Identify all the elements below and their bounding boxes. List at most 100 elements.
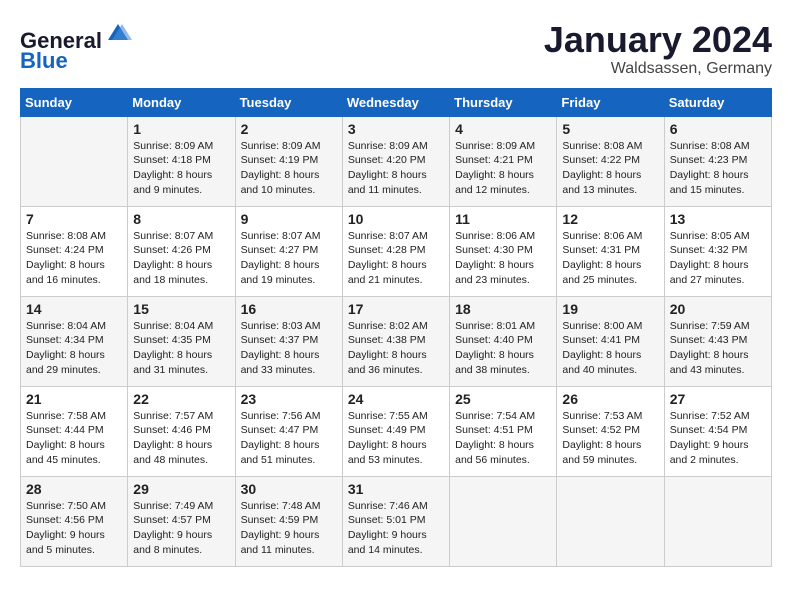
calendar-cell: 8Sunrise: 8:07 AM Sunset: 4:26 PM Daylig… [128, 206, 235, 296]
calendar-cell: 20 Sunrise: 7:59 AM Sunset: 4:43 PM Dayli… [664, 296, 771, 386]
week-row-5: 28Sunrise: 7:50 AM Sunset: 4:56 PM Dayli… [21, 476, 772, 566]
day-number: 17 [348, 301, 444, 317]
calendar-cell: 11 Sunrise: 8:06 AM Sunset: 4:30 PM Dayli… [450, 206, 557, 296]
day-number: 3 [348, 121, 444, 137]
calendar-cell: 22 Sunrise: 7:57 AM Sunset: 4:46 PM Dayli… [128, 386, 235, 476]
logo-blue-text: Blue [20, 48, 68, 73]
day-number: 11 [455, 211, 551, 227]
day-number: 14 [26, 301, 122, 317]
day-number: 7 [26, 211, 122, 227]
calendar-cell: 3 Sunrise: 8:09 AM Sunset: 4:20 PM Daylig… [342, 116, 449, 206]
calendar-cell: 25 Sunrise: 7:54 AM Sunset: 4:51 PM Dayli… [450, 386, 557, 476]
calendar-cell: 27Sunrise: 7:52 AM Sunset: 4:54 PM Dayli… [664, 386, 771, 476]
day-number: 26 [562, 391, 658, 407]
cell-info: Sunrise: 8:03 AM Sunset: 4:37 PM Dayligh… [241, 319, 337, 378]
cell-info: Sunrise: 8:08 AM Sunset: 4:23 PM Dayligh… [670, 139, 766, 198]
day-number: 29 [133, 481, 229, 497]
day-number: 4 [455, 121, 551, 137]
header-row: SundayMondayTuesdayWednesdayThursdayFrid… [21, 88, 772, 116]
day-number: 18 [455, 301, 551, 317]
cell-info: Sunrise: 8:07 AM Sunset: 4:28 PM Dayligh… [348, 229, 444, 288]
calendar-cell [557, 476, 664, 566]
cell-info: Sunrise: 7:55 AM Sunset: 4:49 PM Dayligh… [348, 409, 444, 468]
calendar-cell: 14 Sunrise: 8:04 AM Sunset: 4:34 PM Dayli… [21, 296, 128, 386]
header-day-wednesday: Wednesday [342, 88, 449, 116]
cell-info: Sunrise: 7:59 AM Sunset: 4:43 PM Dayligh… [670, 319, 766, 378]
cell-info: Sunrise: 7:46 AM Sunset: 5:01 PM Dayligh… [348, 499, 444, 558]
page-header: General Blue January 2024 Waldsassen, Ge… [20, 20, 772, 78]
day-number: 12 [562, 211, 658, 227]
cell-info: Sunrise: 8:01 AM Sunset: 4:40 PM Dayligh… [455, 319, 551, 378]
calendar-cell [450, 476, 557, 566]
header-day-thursday: Thursday [450, 88, 557, 116]
day-number: 24 [348, 391, 444, 407]
cell-info: Sunrise: 8:08 AM Sunset: 4:22 PM Dayligh… [562, 139, 658, 198]
day-number: 5 [562, 121, 658, 137]
week-row-4: 21 Sunrise: 7:58 AM Sunset: 4:44 PM Dayli… [21, 386, 772, 476]
cell-info: Sunrise: 8:09 AM Sunset: 4:21 PM Dayligh… [455, 139, 551, 198]
calendar-cell [664, 476, 771, 566]
cell-info: Sunrise: 7:57 AM Sunset: 4:46 PM Dayligh… [133, 409, 229, 468]
cell-info: Sunrise: 8:05 AM Sunset: 4:32 PM Dayligh… [670, 229, 766, 288]
month-title: January 2024 [544, 20, 772, 60]
cell-info: Sunrise: 8:02 AM Sunset: 4:38 PM Dayligh… [348, 319, 444, 378]
calendar-header: SundayMondayTuesdayWednesdayThursdayFrid… [21, 88, 772, 116]
calendar-cell: 24 Sunrise: 7:55 AM Sunset: 4:49 PM Dayli… [342, 386, 449, 476]
day-number: 15 [133, 301, 229, 317]
header-day-saturday: Saturday [664, 88, 771, 116]
cell-info: Sunrise: 8:09 AM Sunset: 4:20 PM Dayligh… [348, 139, 444, 198]
week-row-2: 7 Sunrise: 8:08 AM Sunset: 4:24 PM Daylig… [21, 206, 772, 296]
calendar-cell: 23Sunrise: 7:56 AM Sunset: 4:47 PM Dayli… [235, 386, 342, 476]
day-number: 27 [670, 391, 766, 407]
logo-icon [104, 20, 132, 48]
calendar-body: 1 Sunrise: 8:09 AM Sunset: 4:18 PM Daylig… [21, 116, 772, 566]
cell-info: Sunrise: 7:53 AM Sunset: 4:52 PM Dayligh… [562, 409, 658, 468]
calendar-cell: 9 Sunrise: 8:07 AM Sunset: 4:27 PM Daylig… [235, 206, 342, 296]
day-number: 6 [670, 121, 766, 137]
cell-info: Sunrise: 8:08 AM Sunset: 4:24 PM Dayligh… [26, 229, 122, 288]
cell-info: Sunrise: 8:09 AM Sunset: 4:19 PM Dayligh… [241, 139, 337, 198]
cell-info: Sunrise: 8:04 AM Sunset: 4:34 PM Dayligh… [26, 319, 122, 378]
calendar-cell: 15 Sunrise: 8:04 AM Sunset: 4:35 PM Dayli… [128, 296, 235, 386]
day-number: 25 [455, 391, 551, 407]
calendar-table: SundayMondayTuesdayWednesdayThursdayFrid… [20, 88, 772, 567]
cell-info: Sunrise: 8:06 AM Sunset: 4:30 PM Dayligh… [455, 229, 551, 288]
day-number: 21 [26, 391, 122, 407]
day-number: 19 [562, 301, 658, 317]
calendar-cell: 13 Sunrise: 8:05 AM Sunset: 4:32 PM Dayli… [664, 206, 771, 296]
cell-info: Sunrise: 8:09 AM Sunset: 4:18 PM Dayligh… [133, 139, 229, 198]
calendar-cell: 28Sunrise: 7:50 AM Sunset: 4:56 PM Dayli… [21, 476, 128, 566]
day-number: 10 [348, 211, 444, 227]
cell-info: Sunrise: 7:48 AM Sunset: 4:59 PM Dayligh… [241, 499, 337, 558]
calendar-cell: 21 Sunrise: 7:58 AM Sunset: 4:44 PM Dayli… [21, 386, 128, 476]
cell-info: Sunrise: 7:54 AM Sunset: 4:51 PM Dayligh… [455, 409, 551, 468]
cell-info: Sunrise: 7:49 AM Sunset: 4:57 PM Dayligh… [133, 499, 229, 558]
header-day-tuesday: Tuesday [235, 88, 342, 116]
cell-info: Sunrise: 7:50 AM Sunset: 4:56 PM Dayligh… [26, 499, 122, 558]
cell-info: Sunrise: 7:58 AM Sunset: 4:44 PM Dayligh… [26, 409, 122, 468]
day-number: 30 [241, 481, 337, 497]
day-number: 9 [241, 211, 337, 227]
calendar-cell: 1 Sunrise: 8:09 AM Sunset: 4:18 PM Daylig… [128, 116, 235, 206]
day-number: 1 [133, 121, 229, 137]
calendar-cell: 31Sunrise: 7:46 AM Sunset: 5:01 PM Dayli… [342, 476, 449, 566]
location-text: Waldsassen, Germany [544, 60, 772, 78]
header-day-sunday: Sunday [21, 88, 128, 116]
calendar-cell: 19 Sunrise: 8:00 AM Sunset: 4:41 PM Dayli… [557, 296, 664, 386]
calendar-cell: 4 Sunrise: 8:09 AM Sunset: 4:21 PM Daylig… [450, 116, 557, 206]
day-number: 13 [670, 211, 766, 227]
day-number: 22 [133, 391, 229, 407]
day-number: 2 [241, 121, 337, 137]
calendar-cell: 7 Sunrise: 8:08 AM Sunset: 4:24 PM Daylig… [21, 206, 128, 296]
calendar-cell: 5 Sunrise: 8:08 AM Sunset: 4:22 PM Daylig… [557, 116, 664, 206]
cell-info: Sunrise: 7:56 AM Sunset: 4:47 PM Dayligh… [241, 409, 337, 468]
logo: General Blue [20, 20, 132, 73]
cell-info: Sunrise: 8:07 AM Sunset: 4:27 PM Dayligh… [241, 229, 337, 288]
cell-info: Sunrise: 8:00 AM Sunset: 4:41 PM Dayligh… [562, 319, 658, 378]
day-number: 20 [670, 301, 766, 317]
calendar-cell: 17 Sunrise: 8:02 AM Sunset: 4:38 PM Dayli… [342, 296, 449, 386]
calendar-cell: 30 Sunrise: 7:48 AM Sunset: 4:59 PM Dayli… [235, 476, 342, 566]
calendar-cell: 16Sunrise: 8:03 AM Sunset: 4:37 PM Dayli… [235, 296, 342, 386]
calendar-cell: 6 Sunrise: 8:08 AM Sunset: 4:23 PM Daylig… [664, 116, 771, 206]
cell-info: Sunrise: 8:04 AM Sunset: 4:35 PM Dayligh… [133, 319, 229, 378]
